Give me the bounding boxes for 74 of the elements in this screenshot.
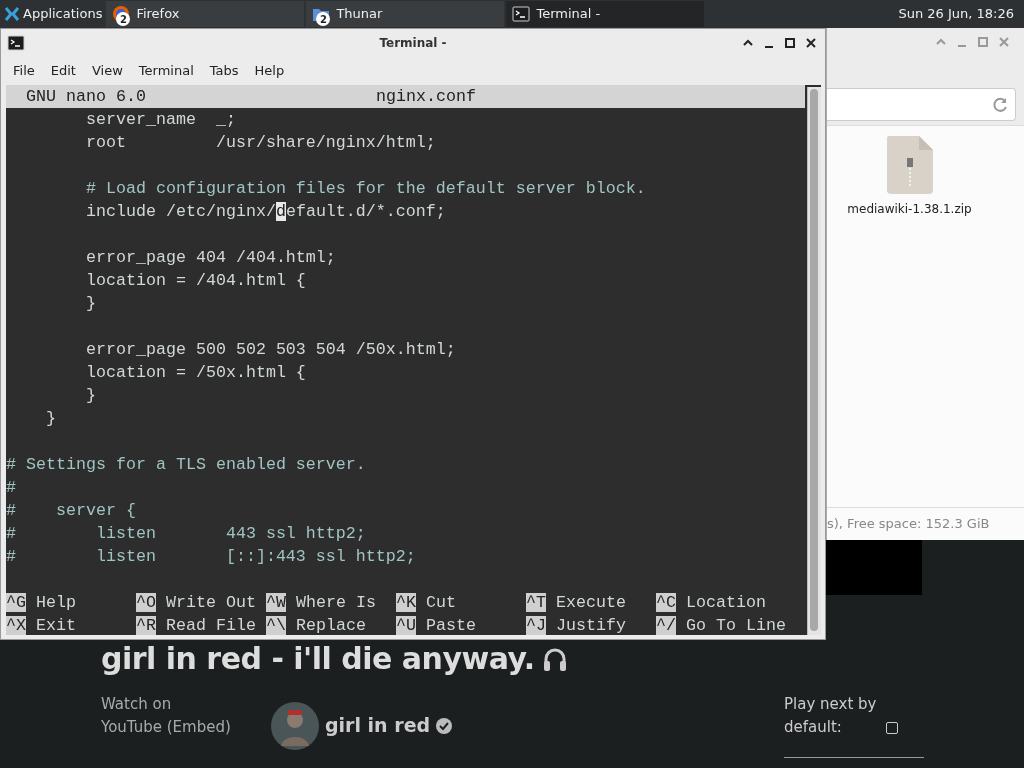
terminal-icon [512,5,531,23]
shortcut-key: ^T [526,593,546,612]
shortcut-label: Help [35,593,76,612]
scrollbar-thumb[interactable] [810,89,818,631]
shortcut-key: ^O [136,593,156,612]
location-field[interactable] [827,88,1016,121]
applications-menu-button[interactable]: Applications [0,0,107,28]
watch-on-link[interactable]: Watch on YouTube (Embed) [101,693,271,758]
avatar [271,701,319,750]
autoplay-label: Play next by default: [784,694,878,738]
count-badge: 2 [316,12,331,26]
shortcut-label: Write Out [165,593,256,612]
shortcut-label: Paste [425,616,476,635]
comment-line: # server { [6,500,137,522]
code-line: } [44,408,57,430]
taskbar-button[interactable]: Terminal - [506,1,705,27]
code-line: error_page 500 502 503 504 /50x.html; [84,339,457,361]
count-badge: 2 [116,12,131,26]
menu-item[interactable]: View [83,61,131,81]
shortcut-label: Justify [555,616,626,635]
code-line: location = /50x.html { [84,362,307,384]
shortcut-key: ^/ [656,616,676,635]
reload-icon[interactable] [991,95,1009,114]
file-name[interactable]: mediawiki-1.38.1.zip [847,200,972,218]
status-text: s), Free space: 152.3 GiB [827,515,990,534]
shortcut-key: ^G [6,593,26,612]
menu-item[interactable]: Edit [42,61,84,81]
zip-file-icon[interactable] [886,136,933,194]
taskbar-button[interactable]: 2 Thunar [306,1,505,27]
scrollbar[interactable] [807,87,821,635]
shortcut-key: ^\ [266,616,286,635]
comment-line: # Settings for a TLS enabled server. [6,454,367,476]
code-line: server_name _; [84,109,237,131]
shortcut-key: ^U [396,616,416,635]
shortcut-label: Read File [165,616,256,635]
menu-item[interactable]: File [5,61,43,81]
shortcut-label: Exit [35,616,76,635]
maximize-icon[interactable] [784,37,796,49]
shortcut-key: ^X [6,616,26,635]
shortcut-key: ^K [396,593,416,612]
code-line: error_page 404 /404.html; [84,247,337,269]
shortcut-key: ^R [136,616,156,635]
code-line: root /usr/share/nginx/html; [84,132,437,154]
shortcut-key: ^W [266,593,286,612]
code-line: } [84,385,97,407]
file-name: nginx.conf [376,86,476,108]
shortcut-label: Location [685,593,766,612]
channel-name[interactable]: girl in red [325,711,431,740]
menu-item[interactable]: Help [246,61,293,81]
close-icon[interactable] [805,37,817,49]
editor-version: GNU nano 6.0 [25,87,146,106]
shortcut-key: ^C [656,593,676,612]
shortcut-label: Cut [425,593,456,612]
code-line: location = /404.html { [84,270,307,292]
menu-item[interactable]: Terminal [130,61,202,81]
taskbar-button[interactable]: 2 Firefox [106,1,305,27]
autoplay-checkbox[interactable] [886,722,898,734]
comment-line: # [6,477,17,499]
shortcut-label: Execute [555,593,626,612]
code-line: include /etc/nginx/default.d/*.conf; [84,201,447,223]
comment-line: # listen 443 ssl http2; [6,523,367,545]
shortcut-label: Where Is [295,593,376,612]
terminal-icon [7,34,25,52]
comment-line: # Load configuration files for the default server block. [84,178,647,200]
app-menu-icon [4,6,20,22]
shortcut-label: Go To Line [685,616,786,635]
menu-item[interactable]: Tabs [201,61,247,81]
code-line: } [84,293,97,315]
shortcut-label: Replace [295,616,366,635]
clock[interactable]: Sun 26 Jun, 18:26 [898,4,1024,24]
comment-line: # listen [::]:443 ssl http2; [6,546,417,568]
shortcut-key: ^J [526,616,546,635]
window-title: Terminal - [379,35,447,52]
video-title: girl in red - i'll die anyway. [101,640,535,678]
